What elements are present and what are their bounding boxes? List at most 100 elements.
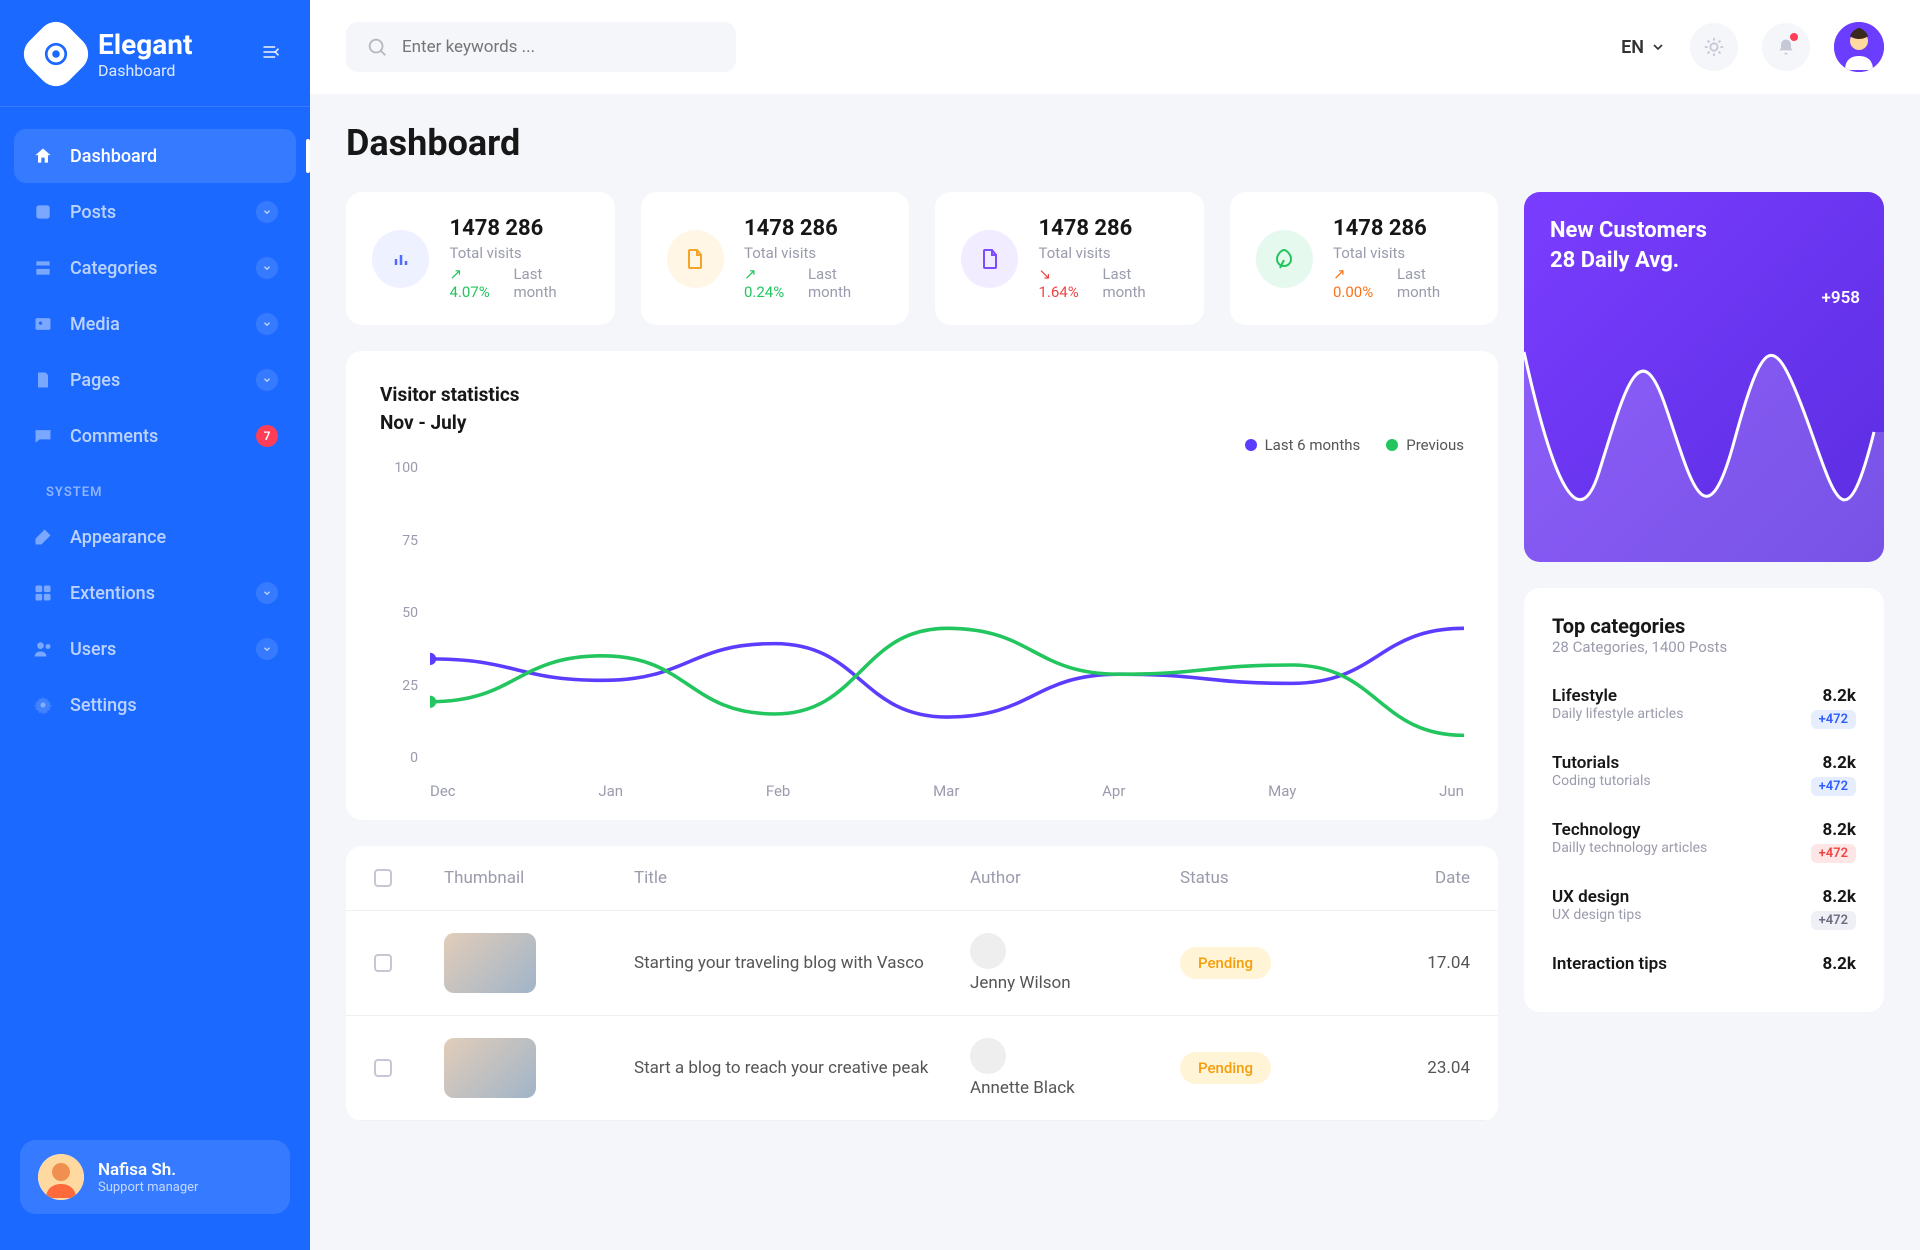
stat-period: Last month (1102, 265, 1177, 301)
category-name: Technology (1552, 820, 1707, 840)
nav-label: Appearance (70, 527, 166, 548)
trend-icon: ↘ 1.64% (1038, 265, 1094, 301)
posts-icon (32, 201, 54, 223)
sidebar-user-card[interactable]: Nafisa Sh. Support manager (20, 1140, 290, 1214)
nav-settings[interactable]: Settings (14, 678, 296, 732)
category-name: UX design (1552, 887, 1641, 907)
category-badge: +472 (1811, 911, 1856, 930)
category-desc: Dailly technology articles (1552, 840, 1707, 856)
page-title: Dashboard (346, 122, 1884, 164)
sidebar-collapse-button[interactable] (260, 42, 282, 66)
trend-icon: ↗ 0.24% (744, 265, 800, 301)
chevron-down-icon (256, 582, 278, 604)
posts-table: Thumbnail Title Author Status Date Start… (346, 846, 1498, 1121)
nav-posts[interactable]: Posts (14, 185, 296, 239)
row-title: Start a blog to reach your creative peak (634, 1058, 960, 1078)
home-icon (32, 145, 54, 167)
nav-extensions[interactable]: Extentions (14, 566, 296, 620)
category-count: 8.2k (1822, 820, 1856, 840)
search-icon (366, 36, 388, 58)
stat-icon (667, 230, 724, 288)
stat-icon (961, 230, 1018, 288)
category-badge: +472 (1811, 710, 1856, 729)
main: EN Dashboard 1478 286 Total visits ↗ 4.0… (310, 0, 1920, 1250)
extensions-icon (32, 582, 54, 604)
nav-label: Dashboard (70, 146, 157, 167)
category-name: Tutorials (1552, 753, 1651, 773)
nav-appearance[interactable]: Appearance (14, 510, 296, 564)
col-thumbnail: Thumbnail (444, 868, 624, 888)
nav-label: Categories (70, 258, 157, 279)
stat-card: 1478 286 Total visits ↗ 4.07%Last month (346, 192, 615, 325)
brand: Elegant Dashboard (0, 26, 310, 107)
category-count: 8.2k (1822, 686, 1856, 706)
theme-toggle[interactable] (1690, 23, 1738, 71)
nav-pages[interactable]: Pages (14, 353, 296, 407)
category-count: 8.2k (1822, 887, 1856, 907)
promo-title: New Customers28 Daily Avg. (1550, 216, 1858, 275)
top-categories-card: Top categories 28 Categories, 1400 Posts… (1524, 588, 1884, 1012)
stat-icon (1256, 230, 1313, 288)
category-badge: +472 (1811, 777, 1856, 796)
stat-label: Total visits (744, 244, 883, 262)
category-badge: +472 (1811, 844, 1856, 863)
stat-label: Total visits (449, 244, 588, 262)
table-row[interactable]: Starting your traveling blog with Vasco … (346, 911, 1498, 1016)
category-row[interactable]: TechnologyDailly technology articles 8.2… (1552, 808, 1856, 875)
search-box[interactable] (346, 22, 736, 72)
new-customers-card: New Customers28 Daily Avg. +958 (1524, 192, 1884, 562)
chevron-down-icon (256, 201, 278, 223)
category-name: Interaction tips (1552, 954, 1667, 974)
brand-logo (16, 14, 95, 93)
nav-media[interactable]: Media (14, 297, 296, 351)
category-count: 8.2k (1822, 954, 1856, 974)
language-switch[interactable]: EN (1621, 37, 1666, 58)
nav-categories[interactable]: Categories (14, 241, 296, 295)
promo-sparkline (1524, 322, 1884, 562)
primary-nav: Dashboard Posts Categories Media Pages C… (0, 129, 310, 732)
stat-label: Total visits (1038, 244, 1177, 262)
notifications-button[interactable] (1762, 23, 1810, 71)
col-status: Status (1180, 868, 1340, 888)
media-icon (32, 313, 54, 335)
chevron-down-icon (256, 313, 278, 335)
stat-period: Last month (1397, 265, 1472, 301)
nav-dashboard[interactable]: Dashboard (14, 129, 296, 183)
lang-label: EN (1621, 37, 1644, 58)
user-name: Nafisa Sh. (98, 1160, 198, 1180)
category-desc: UX design tips (1552, 907, 1641, 923)
row-checkbox[interactable] (374, 954, 392, 972)
stats-row: 1478 286 Total visits ↗ 4.07%Last month … (346, 192, 1498, 325)
category-row[interactable]: Interaction tips 8.2k (1552, 942, 1856, 986)
visitor-chart-card: Visitor statisticsNov - July Last 6 mont… (346, 351, 1498, 820)
row-thumbnail (444, 1038, 536, 1098)
row-checkbox[interactable] (374, 1059, 392, 1077)
category-name: Lifestyle (1552, 686, 1683, 706)
nav-label: Posts (70, 202, 116, 223)
table-row[interactable]: Start a blog to reach your creative peak… (346, 1016, 1498, 1121)
category-row[interactable]: UX designUX design tips 8.2k +472 (1552, 875, 1856, 942)
nav-label: Settings (70, 695, 137, 716)
nav-comments[interactable]: Comments 7 (14, 409, 296, 463)
stat-value: 1478 286 (1333, 216, 1472, 241)
category-row[interactable]: TutorialsCoding tutorials 8.2k +472 (1552, 741, 1856, 808)
nav-users[interactable]: Users (14, 622, 296, 676)
nav-label: Comments (70, 426, 158, 447)
select-all-checkbox[interactable] (374, 869, 392, 887)
category-row[interactable]: LifestyleDaily lifestyle articles 8.2k+4… (1552, 674, 1856, 741)
sun-icon (1703, 36, 1725, 58)
stat-period: Last month (513, 265, 588, 301)
category-desc: Coding tutorials (1552, 773, 1651, 789)
col-title: Title (634, 868, 960, 888)
chevron-down-icon (256, 638, 278, 660)
trend-icon: ↗ 0.00% (1333, 265, 1389, 301)
category-count: 8.2k (1822, 753, 1856, 773)
users-icon (32, 638, 54, 660)
search-input[interactable] (402, 37, 716, 57)
categories-subtitle: 28 Categories, 1400 Posts (1552, 638, 1856, 656)
profile-avatar[interactable] (1834, 22, 1884, 72)
row-author: Jenny Wilson (970, 933, 1170, 993)
promo-delta: +958 (1822, 288, 1860, 308)
categories-title: Top categories (1552, 614, 1856, 638)
col-date: Date (1350, 868, 1470, 888)
